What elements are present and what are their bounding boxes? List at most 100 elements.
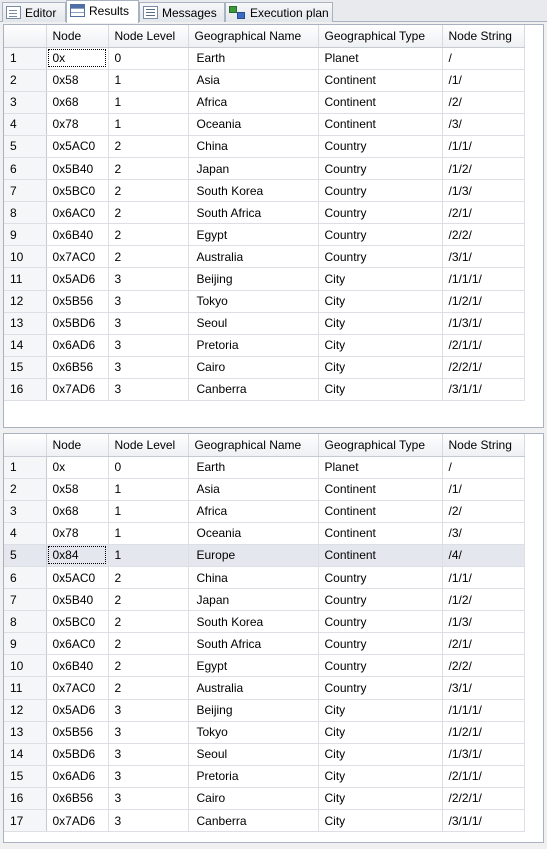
row-number-cell[interactable]: 9 (4, 223, 47, 247)
node-string-cell[interactable]: /1/2/1/ (442, 721, 525, 744)
geographical-type-cell[interactable]: City (318, 787, 443, 811)
row-number-cell[interactable]: 12 (4, 290, 47, 313)
node-cell[interactable]: 0x5BC0 (46, 610, 109, 634)
geographical-type-cell[interactable]: Country (318, 201, 443, 225)
node-string-cell[interactable]: /1/3/ (442, 179, 525, 203)
row-number-cell[interactable]: 2 (4, 69, 47, 92)
node-cell[interactable]: 0x5AD6 (46, 699, 109, 722)
table-row[interactable]: 7 0x5BC0 2 South Korea Country/1/3/ (4, 179, 525, 203)
node-cell[interactable]: 0x5BD6 (46, 743, 109, 766)
row-number-cell[interactable]: 9 (4, 632, 47, 656)
node-string-cell[interactable]: /2/2/1/ (442, 787, 525, 811)
geographical-name-cell[interactable]: Europe (188, 544, 319, 567)
node-cell[interactable]: 0x68 (46, 91, 109, 114)
node-string-cell[interactable]: /1/ (442, 478, 525, 501)
geographical-name-cell[interactable]: Egypt (188, 223, 319, 247)
geographical-name-cell[interactable]: Cairo (188, 356, 319, 379)
geographical-name-cell[interactable]: Pretoria (188, 765, 319, 788)
geographical-name-cell[interactable]: Asia (188, 69, 319, 92)
row-number-cell[interactable]: 3 (4, 500, 47, 523)
tab-editor[interactable]: Editor (2, 2, 66, 22)
geographical-type-cell[interactable]: City (318, 765, 443, 788)
node-string-cell[interactable]: /3/1/1/ (442, 378, 525, 402)
node-level-cell[interactable]: 3 (108, 787, 189, 811)
geographical-type-cell[interactable]: Country (318, 223, 443, 247)
node-string-cell[interactable]: /1/1/1/ (442, 267, 525, 291)
geographical-type-cell[interactable]: Country (318, 676, 443, 700)
row-number-cell[interactable]: 4 (4, 113, 47, 136)
geographical-type-cell[interactable]: Continent (318, 113, 443, 136)
node-level-cell[interactable]: 2 (108, 676, 189, 700)
row-number-cell[interactable]: 10 (4, 654, 47, 678)
geographical-type-cell[interactable]: Country (318, 610, 443, 634)
node-level-cell[interactable]: 0 (108, 47, 189, 70)
node-cell[interactable]: 0x6B56 (46, 356, 109, 379)
node-string-cell[interactable]: /2/1/ (442, 632, 525, 656)
geographical-type-cell[interactable]: Country (318, 566, 443, 590)
column-header-node-level[interactable]: Node Level (108, 25, 189, 48)
node-level-cell[interactable]: 1 (108, 522, 189, 545)
geographical-name-cell[interactable]: Japan (188, 588, 319, 612)
node-string-cell[interactable]: /3/1/ (442, 245, 525, 269)
node-level-cell[interactable]: 1 (108, 478, 189, 501)
node-level-cell[interactable]: 3 (108, 312, 189, 335)
node-string-cell[interactable]: /2/1/ (442, 201, 525, 225)
row-number-cell[interactable]: 1 (4, 456, 47, 479)
table-row[interactable]: 4 0x78 1 Oceania Continent/3/ (4, 113, 525, 136)
node-cell[interactable]: 0x7AD6 (46, 809, 109, 833)
geographical-type-cell[interactable]: Country (318, 588, 443, 612)
table-row[interactable]: 13 0x5B56 3 Tokyo City/1/2/1/ (4, 721, 525, 744)
node-level-cell[interactable]: 2 (108, 632, 189, 656)
column-header-node[interactable]: Node (46, 25, 109, 48)
node-string-cell[interactable]: /2/1/1/ (442, 334, 525, 357)
node-string-cell[interactable]: /1/3/1/ (442, 743, 525, 766)
geographical-name-cell[interactable]: China (188, 135, 319, 158)
geographical-type-cell[interactable]: Country (318, 179, 443, 203)
node-cell[interactable]: 0x5AD6 (46, 267, 109, 291)
node-string-cell[interactable]: /2/2/1/ (442, 356, 525, 379)
node-string-cell[interactable]: / (442, 47, 525, 70)
node-cell[interactable]: 0x5BC0 (46, 179, 109, 203)
geographical-name-cell[interactable]: Australia (188, 245, 319, 269)
node-cell[interactable]: 0x68 (46, 500, 109, 523)
node-string-cell[interactable]: /2/ (442, 91, 525, 114)
row-number-cell[interactable]: 15 (4, 356, 47, 379)
table-row[interactable]: 6 0x5B40 2 Japan Country/1/2/ (4, 157, 525, 181)
table-row[interactable]: 14 0x5BD6 3 Seoul City/1/3/1/ (4, 743, 525, 766)
table-row[interactable]: 17 0x7AD6 3 Canberra City/3/1/1/ (4, 809, 525, 833)
node-level-cell[interactable]: 2 (108, 223, 189, 247)
geographical-name-cell[interactable]: Australia (188, 676, 319, 700)
node-string-cell[interactable]: /3/ (442, 113, 525, 136)
column-header-geographical-type[interactable]: Geographical Type (318, 25, 443, 48)
row-number-cell[interactable]: 4 (4, 522, 47, 545)
tab-results[interactable]: Results (66, 0, 139, 23)
node-level-cell[interactable]: 3 (108, 699, 189, 722)
row-number-cell[interactable]: 12 (4, 699, 47, 722)
node-string-cell[interactable]: /2/1/1/ (442, 765, 525, 788)
row-number-cell[interactable]: 6 (4, 157, 47, 181)
row-number-cell[interactable]: 5 (4, 544, 47, 567)
node-string-cell[interactable]: /2/2/ (442, 654, 525, 678)
node-cell[interactable]: 0x7AC0 (46, 676, 109, 700)
geographical-type-cell[interactable]: City (318, 721, 443, 744)
geographical-type-cell[interactable]: Continent (318, 522, 443, 545)
row-number-cell[interactable]: 13 (4, 721, 47, 744)
tab-execution-plan[interactable]: Execution plan (225, 2, 333, 22)
table-row[interactable]: 14 0x6AD6 3 Pretoria City/2/1/1/ (4, 334, 525, 357)
node-string-cell[interactable]: /1/3/1/ (442, 312, 525, 335)
node-cell[interactable]: 0x7AC0 (46, 245, 109, 269)
node-level-cell[interactable]: 2 (108, 135, 189, 158)
node-string-cell[interactable]: /3/1/ (442, 676, 525, 700)
node-cell[interactable]: 0x5BD6 (46, 312, 109, 335)
geographical-name-cell[interactable]: Seoul (188, 312, 319, 335)
row-number-cell[interactable]: 3 (4, 91, 47, 114)
node-level-cell[interactable]: 2 (108, 201, 189, 225)
row-number-cell[interactable]: 1 (4, 47, 47, 70)
node-level-cell[interactable]: 3 (108, 765, 189, 788)
row-number-cell[interactable]: 17 (4, 809, 47, 833)
node-cell[interactable]: 0x5AC0 (46, 566, 109, 590)
geographical-name-cell[interactable]: Cairo (188, 787, 319, 811)
row-number-header[interactable] (4, 434, 47, 457)
node-cell[interactable]: 0x (46, 456, 109, 479)
column-header-geographical-type[interactable]: Geographical Type (318, 434, 443, 457)
